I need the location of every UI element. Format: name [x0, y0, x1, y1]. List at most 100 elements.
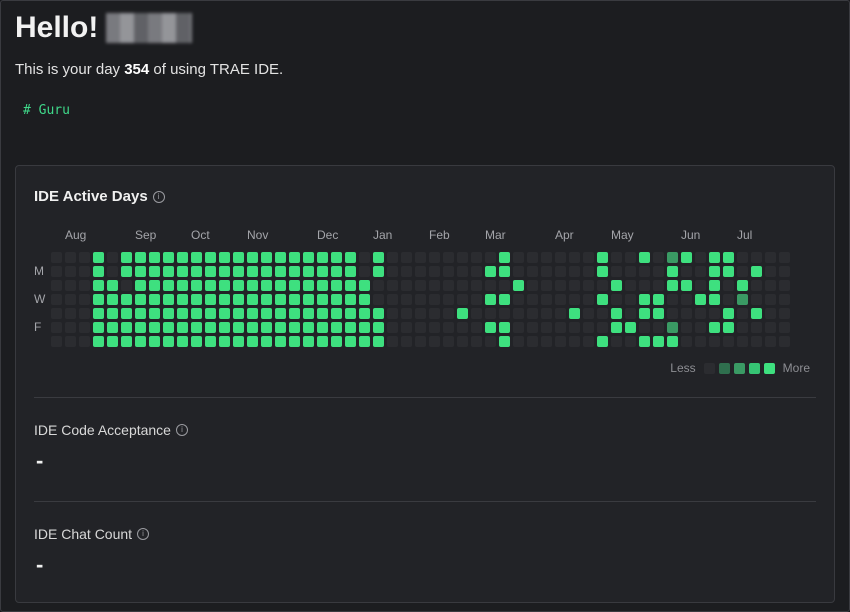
heatmap-cell[interactable] — [205, 322, 216, 333]
heatmap-cell[interactable] — [331, 252, 342, 263]
heatmap-cell[interactable] — [527, 280, 538, 291]
heatmap-cell[interactable] — [485, 294, 496, 305]
heatmap-cell[interactable] — [163, 336, 174, 347]
heatmap-cell[interactable] — [79, 294, 90, 305]
heatmap-cell[interactable] — [471, 294, 482, 305]
heatmap-cell[interactable] — [121, 308, 132, 319]
heatmap-cell[interactable] — [457, 266, 468, 277]
heatmap-cell[interactable] — [471, 266, 482, 277]
heatmap-cell[interactable] — [135, 280, 146, 291]
heatmap-cell[interactable] — [443, 336, 454, 347]
heatmap-cell[interactable] — [233, 266, 244, 277]
heatmap-cell[interactable] — [457, 336, 468, 347]
heatmap-cell[interactable] — [653, 266, 664, 277]
heatmap-cell[interactable] — [261, 322, 272, 333]
heatmap-cell[interactable] — [149, 252, 160, 263]
heatmap-cell[interactable] — [79, 336, 90, 347]
heatmap-cell[interactable] — [373, 336, 384, 347]
info-icon[interactable]: i — [137, 528, 150, 540]
heatmap-cell[interactable] — [611, 266, 622, 277]
heatmap-cell[interactable] — [457, 294, 468, 305]
heatmap-cell[interactable] — [149, 336, 160, 347]
heatmap-cell[interactable] — [751, 294, 762, 305]
heatmap-cell[interactable] — [541, 308, 552, 319]
heatmap-cell[interactable] — [247, 294, 258, 305]
heatmap-cell[interactable] — [681, 266, 692, 277]
heatmap-cell[interactable] — [65, 308, 76, 319]
heatmap-cell[interactable] — [415, 294, 426, 305]
heatmap-cell[interactable] — [107, 308, 118, 319]
heatmap-cell[interactable] — [401, 308, 412, 319]
heatmap-cell[interactable] — [443, 266, 454, 277]
heatmap-cell[interactable] — [303, 308, 314, 319]
heatmap-cell[interactable] — [555, 308, 566, 319]
heatmap-cell[interactable] — [457, 280, 468, 291]
heatmap-cell[interactable] — [163, 322, 174, 333]
heatmap-cell[interactable] — [373, 280, 384, 291]
heatmap-cell[interactable] — [513, 308, 524, 319]
heatmap-cell[interactable] — [121, 252, 132, 263]
heatmap-cell[interactable] — [667, 308, 678, 319]
heatmap-cell[interactable] — [779, 294, 790, 305]
heatmap-cell[interactable] — [149, 266, 160, 277]
heatmap-cell[interactable] — [569, 322, 580, 333]
heatmap-cell[interactable] — [79, 322, 90, 333]
heatmap-cell[interactable] — [289, 294, 300, 305]
heatmap-cell[interactable] — [541, 294, 552, 305]
heatmap-cell[interactable] — [247, 280, 258, 291]
heatmap-cell[interactable] — [499, 336, 510, 347]
heatmap-cell[interactable] — [205, 252, 216, 263]
heatmap-cell[interactable] — [121, 322, 132, 333]
heatmap-cell[interactable] — [387, 322, 398, 333]
heatmap-cell[interactable] — [737, 294, 748, 305]
heatmap-cell[interactable] — [513, 252, 524, 263]
heatmap-cell[interactable] — [415, 308, 426, 319]
heatmap-cell[interactable] — [429, 266, 440, 277]
heatmap-cell[interactable] — [107, 280, 118, 291]
heatmap-cell[interactable] — [135, 336, 146, 347]
heatmap-cell[interactable] — [555, 322, 566, 333]
heatmap-cell[interactable] — [639, 308, 650, 319]
heatmap-cell[interactable] — [219, 308, 230, 319]
heatmap-cell[interactable] — [555, 294, 566, 305]
heatmap-cell[interactable] — [765, 308, 776, 319]
heatmap-cell[interactable] — [723, 336, 734, 347]
heatmap-cell[interactable] — [219, 294, 230, 305]
heatmap-cell[interactable] — [667, 266, 678, 277]
heatmap-cell[interactable] — [779, 252, 790, 263]
heatmap-cell[interactable] — [527, 294, 538, 305]
heatmap-cell[interactable] — [611, 252, 622, 263]
heatmap-cell[interactable] — [513, 336, 524, 347]
heatmap-cell[interactable] — [317, 266, 328, 277]
heatmap-cell[interactable] — [65, 280, 76, 291]
heatmap-cell[interactable] — [765, 280, 776, 291]
heatmap-cell[interactable] — [205, 294, 216, 305]
heatmap-cell[interactable] — [765, 266, 776, 277]
heatmap-cell[interactable] — [359, 322, 370, 333]
heatmap-cell[interactable] — [583, 266, 594, 277]
heatmap-cell[interactable] — [163, 280, 174, 291]
heatmap-cell[interactable] — [709, 294, 720, 305]
heatmap-cell[interactable] — [723, 322, 734, 333]
heatmap-cell[interactable] — [149, 294, 160, 305]
heatmap-cell[interactable] — [79, 252, 90, 263]
heatmap-cell[interactable] — [373, 252, 384, 263]
heatmap-cell[interactable] — [331, 266, 342, 277]
heatmap-cell[interactable] — [625, 252, 636, 263]
heatmap-cell[interactable] — [401, 280, 412, 291]
heatmap-cell[interactable] — [275, 252, 286, 263]
heatmap-cell[interactable] — [415, 336, 426, 347]
heatmap-cell[interactable] — [233, 294, 244, 305]
heatmap-cell[interactable] — [597, 308, 608, 319]
heatmap-cell[interactable] — [135, 266, 146, 277]
heatmap-cell[interactable] — [499, 322, 510, 333]
heatmap-cell[interactable] — [191, 252, 202, 263]
heatmap-cell[interactable] — [653, 336, 664, 347]
heatmap-cell[interactable] — [289, 322, 300, 333]
heatmap-cell[interactable] — [401, 266, 412, 277]
heatmap-cell[interactable] — [597, 280, 608, 291]
heatmap-cell[interactable] — [247, 308, 258, 319]
heatmap-cell[interactable] — [667, 336, 678, 347]
heatmap-cell[interactable] — [387, 266, 398, 277]
heatmap-cell[interactable] — [471, 336, 482, 347]
